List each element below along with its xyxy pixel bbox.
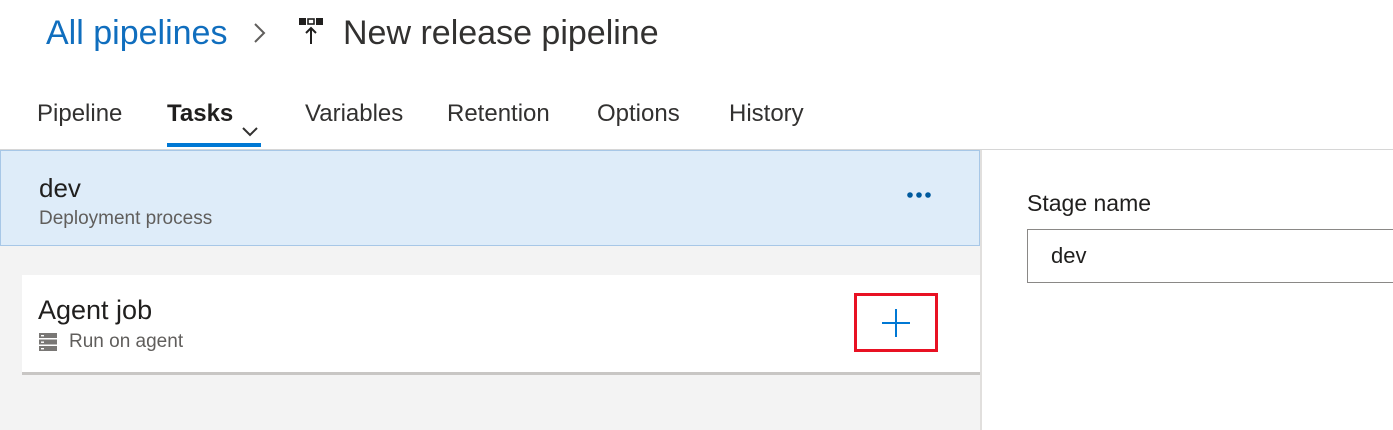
page-title: New release pipeline	[343, 14, 659, 52]
active-tab-indicator	[167, 143, 261, 147]
process-pane: dev Deployment process Agent job Run on …	[0, 150, 980, 430]
stage-name-label: Stage name	[1027, 190, 1152, 216]
tab-history[interactable]: History	[729, 92, 804, 136]
stage-name-field[interactable]	[1027, 229, 1393, 283]
pane-splitter[interactable]	[980, 150, 982, 430]
agent-job-subtitle: Run on agent	[69, 331, 184, 352]
stage-name: dev	[39, 173, 81, 203]
agent-job-name: Agent job	[38, 295, 153, 325]
tab-retention[interactable]: Retention	[447, 92, 550, 136]
plus-icon	[882, 309, 910, 337]
tab-variables[interactable]: Variables	[305, 92, 403, 136]
page-header: All pipelines New release pipeline	[0, 0, 1393, 70]
tab-tasks[interactable]: Tasks	[167, 92, 259, 137]
release-pipeline-icon	[297, 16, 325, 46]
chevron-right-icon	[250, 20, 268, 46]
pipeline-tabs: Pipeline Tasks Variables Retention Optio…	[0, 92, 1393, 150]
tab-options[interactable]: Options	[597, 92, 680, 136]
tab-tasks-label: Tasks	[167, 100, 234, 127]
breadcrumb-all-pipelines[interactable]: All pipelines	[46, 12, 227, 54]
add-task-button[interactable]	[854, 293, 938, 352]
agent-job-card[interactable]: Agent job Run on agent	[22, 275, 980, 375]
tab-pipeline[interactable]: Pipeline	[37, 92, 122, 136]
chevron-down-icon[interactable]	[241, 109, 259, 137]
stage-subtitle: Deployment process	[39, 208, 213, 229]
stage-card-dev[interactable]: dev Deployment process	[0, 150, 980, 246]
server-icon	[38, 332, 58, 352]
more-actions-icon[interactable]	[899, 183, 939, 207]
